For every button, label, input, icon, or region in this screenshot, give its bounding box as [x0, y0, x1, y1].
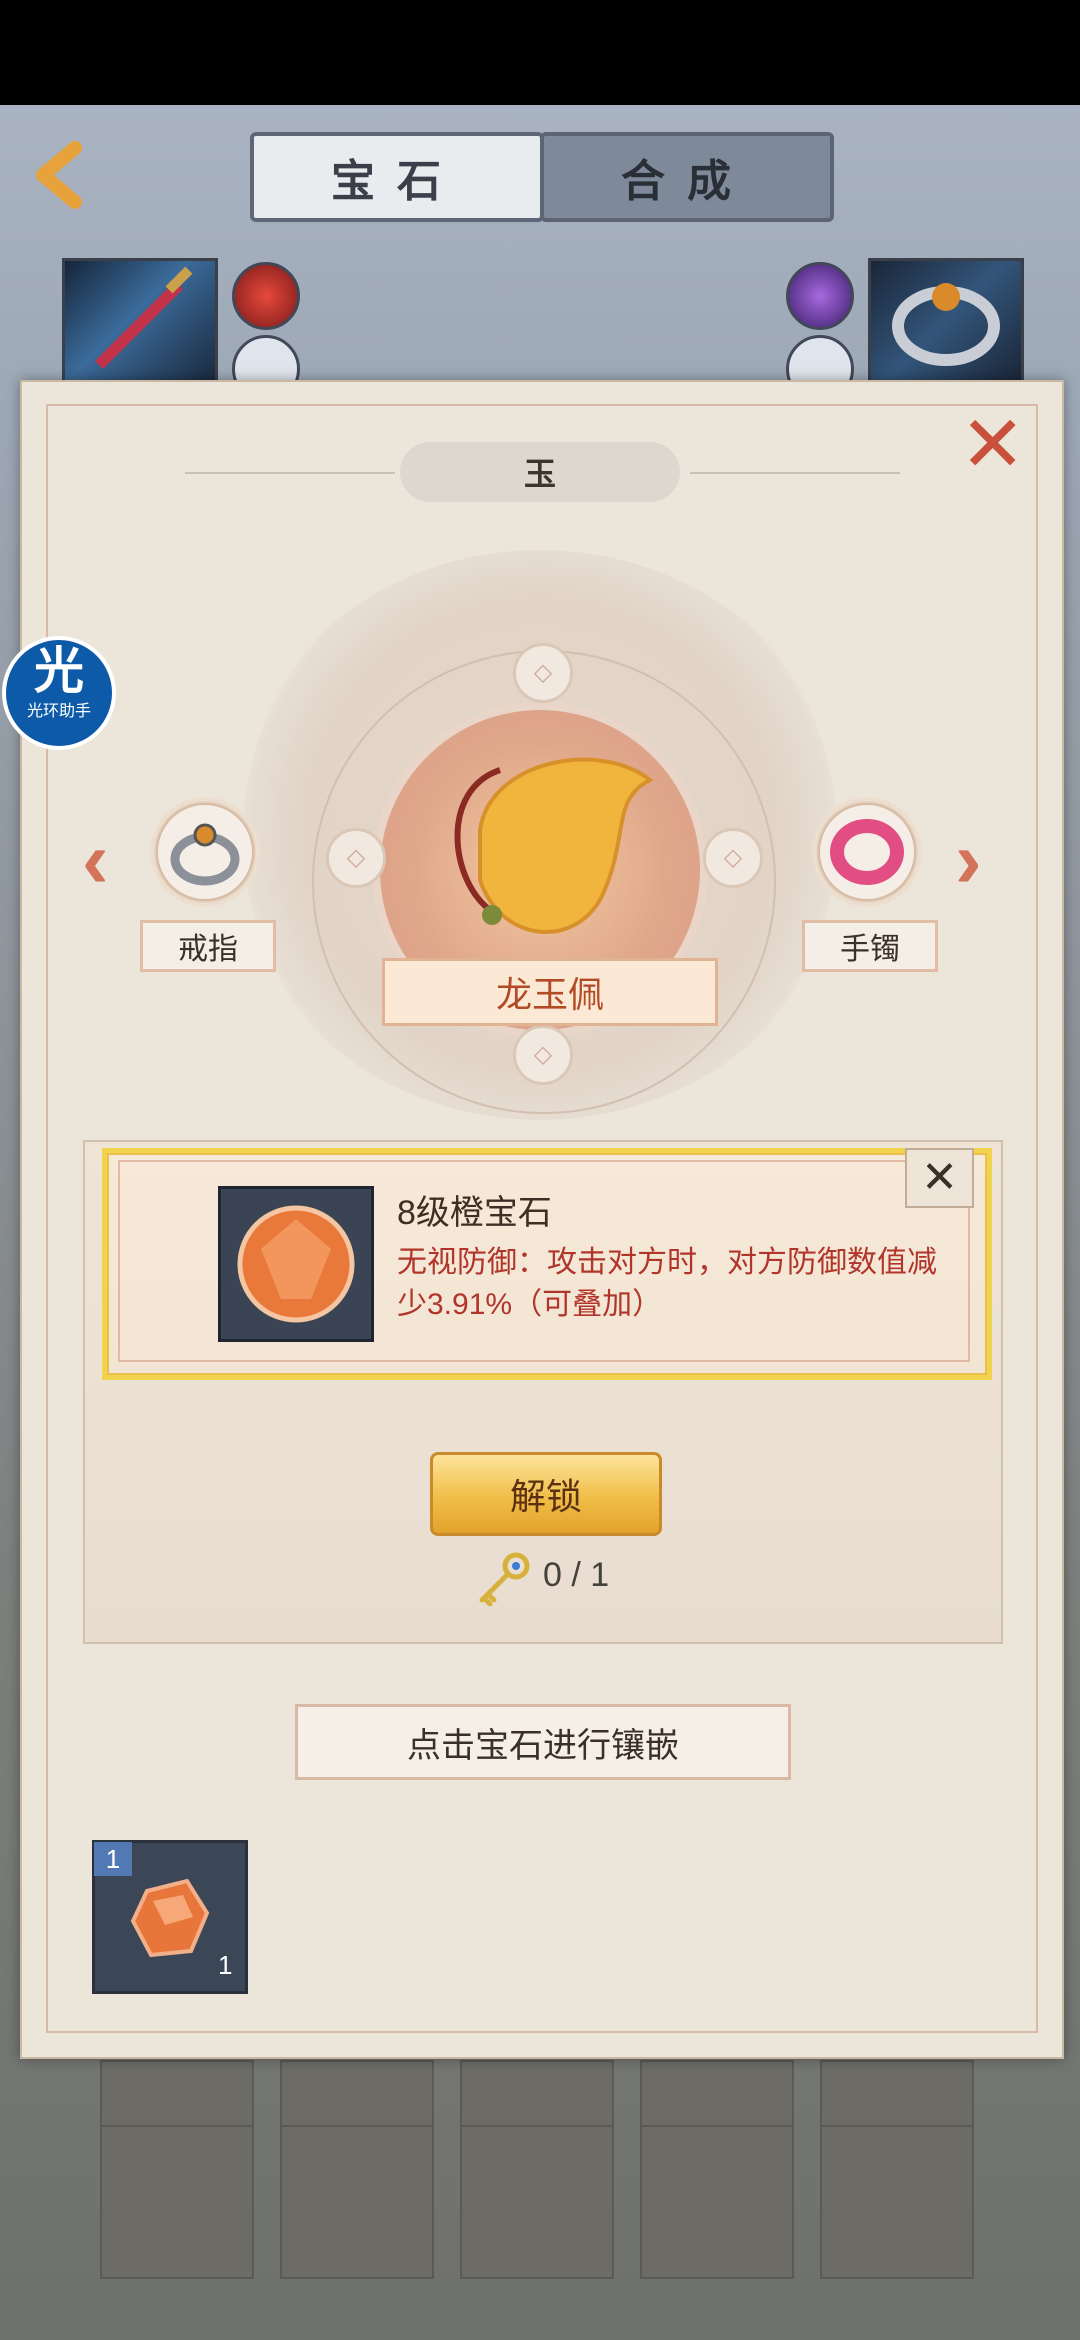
- wheel-node-top: ◇: [513, 643, 573, 703]
- bracelet-icon: [830, 819, 904, 885]
- ring-slot[interactable]: [868, 258, 1024, 384]
- purple-gem-mini-icon[interactable]: [786, 262, 854, 330]
- wheel-node-bottom: ◇: [513, 1025, 573, 1085]
- inlay-hint: 点击宝石进行镶嵌: [295, 1704, 791, 1780]
- unlock-button[interactable]: 解锁: [430, 1452, 662, 1536]
- tab-synthesis[interactable]: 合成: [540, 132, 834, 222]
- weapon-slot[interactable]: [62, 258, 218, 384]
- title-divider: [185, 472, 395, 474]
- panel-title: 玉: [400, 442, 680, 502]
- helper-label: 光环助手: [26, 703, 91, 720]
- status-bar: [0, 0, 1080, 105]
- ring-label: 戒指: [140, 920, 276, 972]
- orange-gem-icon: [237, 1205, 355, 1323]
- title-divider: [690, 472, 900, 474]
- gem-name: 8级橙宝石: [397, 1194, 552, 1232]
- inventory-count: 1: [218, 1950, 233, 1980]
- remove-gem-close-icon[interactable]: ✕: [905, 1148, 974, 1208]
- prev-arrow-icon[interactable]: ‹: [82, 820, 109, 900]
- bracelet-label: 手镯: [802, 920, 938, 972]
- weapon-icon: [95, 266, 193, 369]
- helper-floating-button[interactable]: 光 光环助手: [2, 636, 116, 750]
- helper-glyph: 光: [34, 643, 84, 699]
- ring-icon: [170, 823, 240, 886]
- tab-gem[interactable]: 宝石: [250, 132, 544, 222]
- ring-icon: [892, 283, 1000, 366]
- ring-item[interactable]: [150, 797, 260, 907]
- key-icon: [479, 1552, 530, 1607]
- gem-description: 无视防御：攻击对方时，对方防御数值减少3.91%（可叠加）: [397, 1246, 937, 1321]
- gem-thumbnail: [218, 1186, 374, 1342]
- close-icon[interactable]: ✕: [960, 405, 1025, 483]
- red-gem-mini-icon[interactable]: [232, 262, 300, 330]
- wheel-node-right: ◇: [703, 828, 763, 888]
- bracelet-item[interactable]: [812, 797, 922, 907]
- back-arrow-icon[interactable]: [25, 140, 95, 210]
- inventory-level-badge: 1: [94, 1842, 132, 1876]
- wheel-node-left: ◇: [326, 828, 386, 888]
- next-arrow-icon[interactable]: ›: [955, 820, 982, 900]
- key-count: 0 / 1: [543, 1556, 610, 1594]
- center-item-label: 龙玉佩: [382, 958, 718, 1026]
